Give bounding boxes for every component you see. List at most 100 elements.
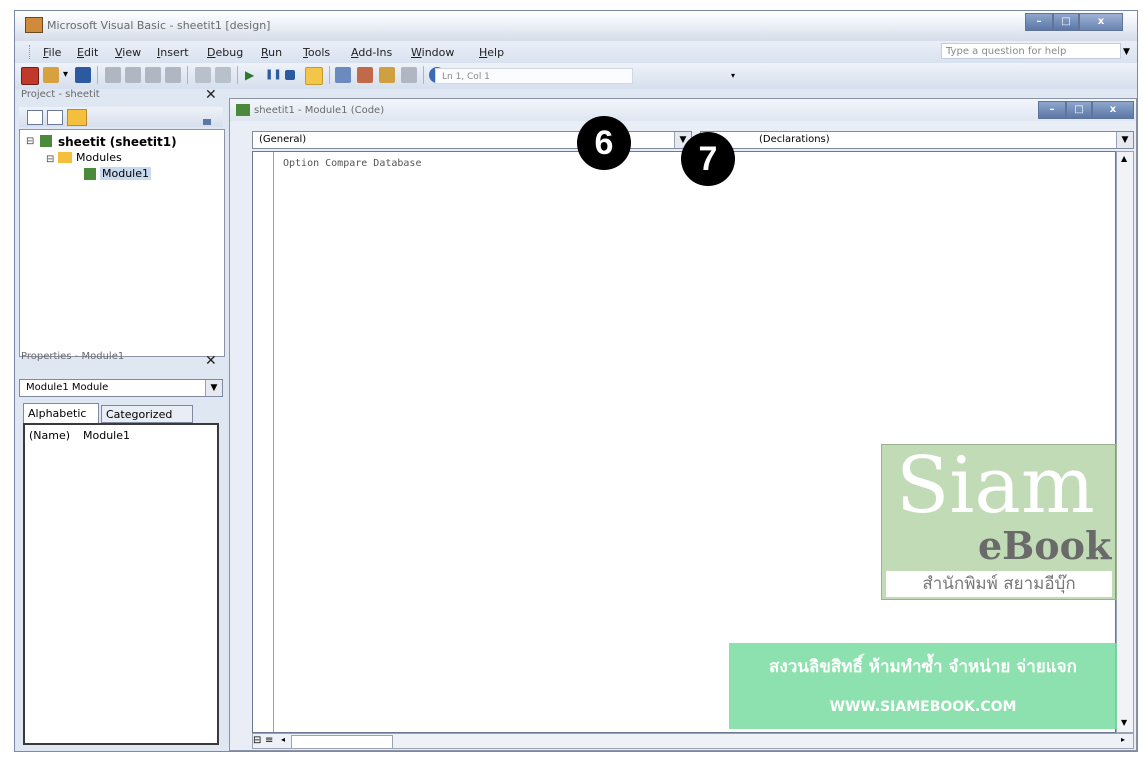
code-close-button[interactable]: x [1092, 101, 1134, 119]
vba-app-icon [25, 17, 43, 33]
module-window-icon [236, 104, 250, 116]
vertical-scrollbar[interactable]: ▲ ▼ [1116, 151, 1134, 733]
maximize-button[interactable]: □ [1053, 13, 1079, 31]
cursor-position: Ln 1, Col 1 [435, 68, 633, 84]
save-icon[interactable] [75, 67, 91, 83]
logo-brand-small: eBook [978, 523, 1112, 568]
properties-pane-title: Properties - Module1 [21, 351, 125, 362]
find-icon[interactable] [165, 67, 181, 83]
copyright-text: สงวนลิขสิทธิ์ ห้ามทำซ้ำ จำหน่าย จ่ายแจก [769, 657, 1077, 677]
full-module-view-icon[interactable]: ≡ [265, 734, 277, 748]
tab-categorized[interactable]: Categorized [101, 405, 193, 423]
logo-brand-big: Siam [896, 441, 1095, 531]
object-browser-icon[interactable] [379, 67, 395, 83]
menu-tools[interactable]: Tools [303, 46, 330, 59]
paste-icon[interactable] [145, 67, 161, 83]
cut-icon[interactable] [105, 67, 121, 83]
logo-publisher: สำนักพิมพ์ สยามอีบุ๊ก [886, 571, 1112, 597]
minimize-button[interactable]: – [1025, 13, 1053, 31]
view-code-icon[interactable] [27, 110, 43, 125]
menu-addins[interactable]: Add-Ins [351, 46, 392, 59]
redo-icon[interactable] [215, 67, 231, 83]
code-window-titlebar: sheetit1 - Module1 (Code) – □ x [230, 99, 1136, 121]
scroll-up-icon[interactable]: ▲ [1121, 154, 1127, 163]
procedure-dropdown[interactable]: (Declarations) [700, 131, 1134, 149]
title-bar: Microsoft Visual Basic - sheetit1 [desig… [15, 11, 1137, 41]
menu-bar: File Edit View Insert Debug Run Tools Ad… [15, 41, 1137, 63]
code-window-title: sheetit1 - Module1 (Code) [254, 105, 385, 116]
scroll-down-icon[interactable]: ▼ [1121, 718, 1127, 727]
toolbox-icon[interactable] [401, 67, 417, 83]
toolbar-separator [329, 66, 330, 84]
tree-folder-collapse-icon[interactable]: ⊟ [46, 154, 54, 165]
folder-icon [58, 152, 72, 163]
toolbar-separator [187, 66, 188, 84]
tree-module-label[interactable]: Module1 [100, 167, 151, 180]
properties-window-icon[interactable] [357, 67, 373, 83]
menu-help[interactable]: Help [479, 46, 504, 59]
properties-object-select[interactable]: Module1 Module [19, 379, 223, 397]
scroll-thumb[interactable] [291, 735, 393, 749]
procedure-dropdown-value: (Declarations) [759, 134, 830, 145]
close-button[interactable]: x [1079, 13, 1123, 31]
ask-dropdown-icon[interactable]: ▼ [1123, 47, 1130, 57]
procedure-view-icon[interactable]: ⊟ [253, 734, 263, 748]
tree-root-label[interactable]: sheetit (sheetit1) [58, 135, 177, 149]
properties-grid: (Name) Module1 [23, 423, 219, 745]
project-pane-title: Project - sheetit [21, 89, 100, 100]
properties-object-dropdown-icon[interactable]: ▼ [205, 380, 222, 396]
menu-view[interactable]: View [115, 46, 141, 59]
copyright-banner: สงวนลิขสิทธิ์ ห้ามทำซ้ำ จำหน่าย จ่ายแจก … [729, 643, 1117, 729]
project-pane-close-icon[interactable]: ✕ [205, 87, 217, 103]
menu-edit[interactable]: Edit [77, 46, 98, 59]
reset-icon[interactable] [285, 70, 295, 80]
tab-alphabetic[interactable]: Alphabetic [23, 403, 99, 423]
menu-window[interactable]: Window [411, 46, 454, 59]
properties-object-value: Module1 Module [26, 382, 109, 393]
toolbar-options-icon[interactable]: ▾ [731, 71, 735, 80]
copy-icon[interactable] [125, 67, 141, 83]
menu-insert[interactable]: Insert [157, 46, 189, 59]
tree-collapse-icon[interactable]: ⊟ [26, 136, 34, 147]
project-pane-toolbar [19, 107, 223, 127]
procedure-dropdown-arrow-icon[interactable]: ▼ [1116, 132, 1133, 148]
margin-indicator-bar[interactable] [253, 152, 274, 732]
project-explorer-icon[interactable] [335, 67, 351, 83]
module-icon [84, 168, 96, 180]
toolbar-separator [423, 66, 424, 84]
view-excel-icon[interactable] [21, 67, 39, 85]
scroll-right-icon[interactable]: ▸ [1121, 735, 1125, 744]
window-title: Microsoft Visual Basic - sheetit1 [desig… [47, 19, 271, 32]
scroll-left-icon[interactable]: ◂ [281, 735, 285, 744]
menu-run[interactable]: Run [261, 46, 282, 59]
run-icon[interactable]: ▶ [245, 67, 261, 83]
toggle-folders-icon[interactable] [67, 109, 87, 126]
code-minimize-button[interactable]: – [1038, 101, 1066, 119]
properties-pane-close-icon[interactable]: ✕ [205, 353, 217, 369]
menu-debug[interactable]: Debug [207, 46, 243, 59]
toolbar-separator [97, 66, 98, 84]
code-maximize-button[interactable]: □ [1066, 101, 1092, 119]
object-dropdown-value: (General) [259, 134, 307, 145]
pane-scroll-icon[interactable] [203, 119, 211, 125]
property-value[interactable]: Module1 [83, 429, 130, 442]
horizontal-scrollbar[interactable]: ⊟ ≡ ◂ ▸ [252, 733, 1134, 749]
ask-question-input[interactable]: Type a question for help [941, 43, 1121, 59]
tree-folder-label[interactable]: Modules [76, 151, 122, 164]
callout-7: 7 [681, 132, 735, 186]
menu-grip-icon [29, 45, 32, 59]
property-name[interactable]: (Name) [29, 429, 70, 442]
standard-toolbar: ▾ ▶ ❚❚ Ln 1, Col 1 ▾ [15, 63, 1137, 89]
site-url: WWW.SIAMEBOOK.COM [829, 699, 1017, 715]
code-line[interactable]: Option Compare Database [283, 158, 421, 169]
toolbar-separator [237, 66, 238, 84]
insert-module-icon[interactable] [43, 67, 59, 83]
break-icon[interactable]: ❚❚ [265, 67, 282, 83]
vba-project-icon [40, 135, 52, 147]
undo-icon[interactable] [195, 67, 211, 83]
menu-file[interactable]: File [43, 46, 61, 59]
design-mode-icon[interactable] [305, 67, 323, 85]
vbe-window: Microsoft Visual Basic - sheetit1 [desig… [14, 10, 1138, 752]
view-object-icon[interactable] [47, 110, 63, 125]
callout-6: 6 [577, 116, 631, 170]
